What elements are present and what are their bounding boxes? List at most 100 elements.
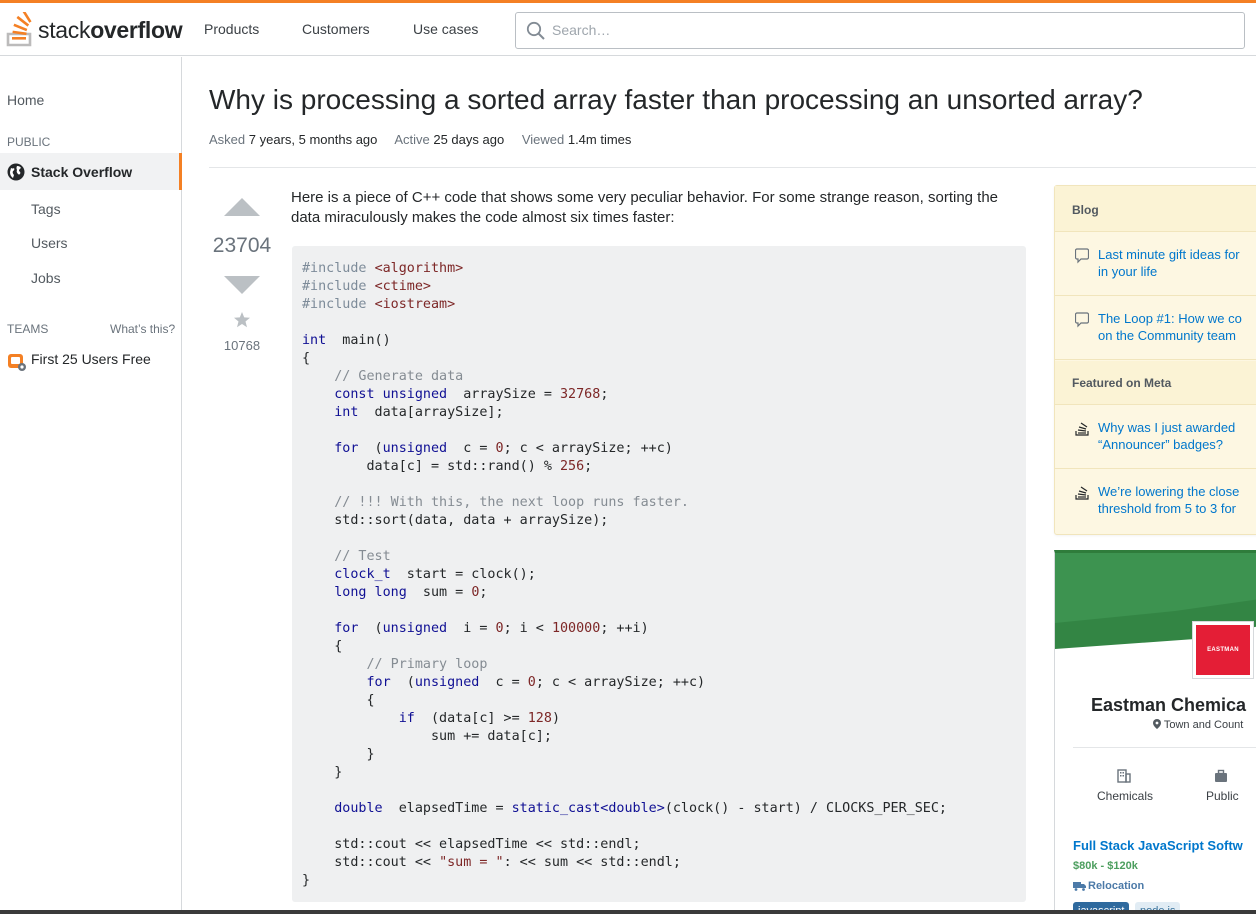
stackexchange-icon <box>1075 486 1089 500</box>
code-line: if (data[c] >= 128) <box>302 710 1016 728</box>
job-divider <box>1073 747 1256 748</box>
code-token: // Test <box>302 549 391 564</box>
speech-bubble-icon <box>1075 248 1089 264</box>
question-title[interactable]: Why is processing a sorted array faster … <box>209 84 1143 116</box>
code-line: { <box>302 692 1016 710</box>
blog-item-line: Last minute gift ideas for <box>1098 247 1240 262</box>
sidebar-section-public: PUBLIC <box>7 135 51 149</box>
globe-icon <box>7 163 25 181</box>
code-token: start = clock(); <box>390 567 536 582</box>
meta-item-title[interactable]: We’re lowering the close threshold from 5… <box>1098 483 1256 517</box>
blog-item[interactable]: The Loop #1: How we co on the Community t… <box>1055 296 1256 360</box>
nav-customers[interactable]: Customers <box>302 21 370 37</box>
code-token: } <box>302 747 375 762</box>
code-line: int data[arraySize]; <box>302 404 1016 422</box>
sidebar-item-label: Stack Overflow <box>31 164 133 180</box>
code-line: // Generate data <box>302 368 1016 386</box>
sidebar-widget: Blog Last minute gift ideas for in your l… <box>1054 185 1256 535</box>
code-token: ( <box>390 675 415 690</box>
question-body-text: Here is a piece of C++ code that shows s… <box>291 189 999 226</box>
stackoverflow-logo-icon <box>6 12 32 47</box>
code-token: sum += data[c]; <box>302 729 552 744</box>
sidebar-item-tags[interactable]: Tags <box>31 201 61 217</box>
code-token: ; <box>479 585 488 600</box>
code-line: #include <iostream> <box>302 296 1016 314</box>
code-token: #include <box>302 261 375 276</box>
favorite-count: 10768 <box>223 338 261 353</box>
code-token: ( <box>358 441 383 456</box>
location-text: Town and Count <box>1163 719 1244 731</box>
search-input[interactable] <box>552 19 1232 41</box>
stackexchange-icon <box>1075 422 1089 436</box>
code-line: // Primary loop <box>302 656 1016 674</box>
viewed-label: Viewed <box>521 132 565 147</box>
code-token: } <box>302 765 343 780</box>
code-token: clock_t <box>302 567 391 582</box>
code-token: ) <box>551 711 560 726</box>
code-token: ; <box>600 387 609 402</box>
code-token: 256 <box>559 459 585 474</box>
teams-whats-this-link[interactable]: What’s this? <box>110 322 175 336</box>
code-token: elapsedTime = <box>382 801 512 816</box>
meta-item-title[interactable]: Why was I just awarded “Announcer” badges… <box>1098 419 1256 453</box>
code-line: std::sort(data, data + arraySize); <box>302 512 1016 530</box>
code-token: std::cout << elapsedTime << std::endl; <box>302 837 641 852</box>
code-token: ; i < <box>503 621 552 636</box>
code-token: // !!! With this, the next loop runs fas… <box>302 495 689 510</box>
sidebar-item-users[interactable]: Users <box>31 235 68 251</box>
nav-use-cases[interactable]: Use cases <box>413 21 478 37</box>
code-line: } <box>302 764 1016 782</box>
meta-item[interactable]: Why was I just awarded “Announcer” badges… <box>1055 405 1256 469</box>
job-title-link[interactable]: Full Stack JavaScript Softw <box>1073 838 1243 853</box>
code-token: // Generate data <box>302 369 464 384</box>
sidebar-item-stack-overflow[interactable]: Stack Overflow <box>0 153 182 190</box>
job-ad-card[interactable]: EASTMAN Eastman Chemica Town and Count C… <box>1054 550 1256 914</box>
code-token: for <box>302 675 391 690</box>
code-token: // Primary loop <box>302 657 488 672</box>
company-name: Eastman Chemica <box>1091 695 1247 715</box>
nav-products[interactable]: Products <box>204 21 259 37</box>
active-value[interactable]: 25 days ago <box>433 132 504 147</box>
building-icon <box>1117 769 1131 783</box>
code-token: ; c < arraySize; ++c) <box>535 675 706 690</box>
code-token: 32768 <box>560 387 601 402</box>
blog-item-line: The Loop #1: How we co <box>1098 311 1242 326</box>
favorite-star-icon[interactable] <box>233 311 251 329</box>
code-token: (data[c] >= <box>414 711 528 726</box>
blog-item-title[interactable]: The Loop #1: How we co on the Community t… <box>1098 310 1256 344</box>
blog-item-title[interactable]: Last minute gift ideas for in your life <box>1098 246 1256 280</box>
downvote-arrow-icon[interactable] <box>224 276 260 294</box>
code-line: double elapsedTime = static_cast<double>… <box>302 800 1016 818</box>
code-token: ; ++i) <box>600 621 649 636</box>
code-token: 100000 <box>551 621 601 636</box>
sidebar-item-jobs[interactable]: Jobs <box>31 270 61 286</box>
code-line: #include <ctime> <box>302 278 1016 296</box>
company-logo-text: EASTMAN <box>1196 625 1250 675</box>
code-line: } <box>302 872 1016 890</box>
code-token: std::cout << <box>302 855 440 870</box>
blog-item[interactable]: Last minute gift ideas for in your life <box>1055 232 1256 296</box>
teams-briefcase-icon <box>8 354 26 371</box>
meta-item-line: threshold from 5 to 3 for <box>1098 501 1237 516</box>
meta-item-line: Why was I just awarded <box>1098 420 1236 435</box>
code-token: #include <box>302 279 375 294</box>
asked-label: Asked <box>209 132 246 147</box>
code-token: for <box>302 621 359 636</box>
code-token: c = <box>479 675 528 690</box>
code-token: for <box>302 441 359 456</box>
meta-item[interactable]: We’re lowering the close threshold from 5… <box>1055 469 1256 533</box>
sidebar-item-home[interactable]: Home <box>7 92 44 108</box>
upvote-arrow-icon[interactable] <box>224 198 260 216</box>
code-token: double <box>302 801 383 816</box>
active-label: Active <box>394 132 430 147</box>
code-token: c = <box>447 441 496 456</box>
search-box[interactable] <box>515 12 1245 49</box>
code-line: for (unsigned c = 0; c < arraySize; ++c) <box>302 440 1016 458</box>
code-token: } <box>302 873 311 888</box>
code-token: <iostream> <box>374 297 456 312</box>
code-token: ; <box>584 459 593 474</box>
stackoverflow-logo[interactable]: stackoverflow <box>6 12 183 48</box>
